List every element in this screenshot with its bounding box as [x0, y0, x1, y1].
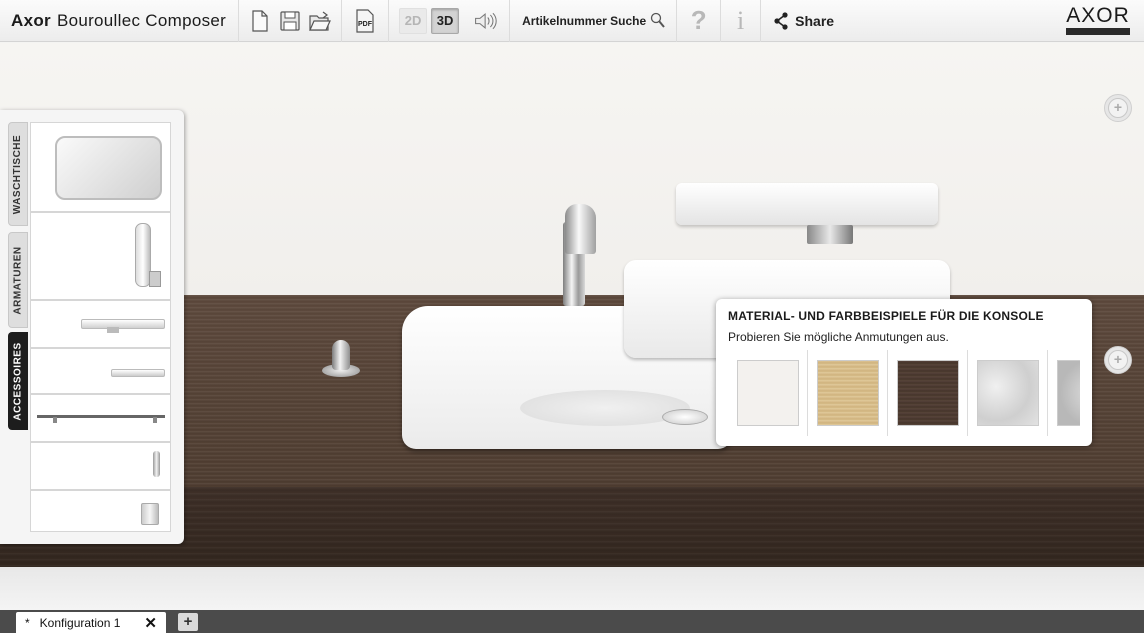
basin-thumbnail — [55, 136, 162, 200]
article-search-label: Artikelnummer Suche — [522, 13, 647, 28]
share-icon — [774, 11, 788, 30]
drain — [662, 409, 708, 425]
small-shelf-thumbnail — [111, 369, 165, 377]
faucet-head[interactable] — [565, 204, 596, 254]
material-popup: MATERIAL- UND FARBBEISPIELE FÜR DIE KONS… — [716, 299, 1092, 446]
product-tile-mirror[interactable] — [30, 212, 171, 300]
product-tile-basin[interactable] — [30, 122, 171, 212]
swatch-list — [728, 350, 1080, 436]
tumbler-thumbnail — [141, 503, 159, 525]
view-toggle: 2D 3D — [389, 0, 511, 42]
tab-armaturen[interactable]: ARMATUREN — [8, 232, 28, 328]
hook-thumbnail — [153, 451, 160, 477]
open-folder-icon — [309, 11, 332, 31]
app-title: Axor Bouroullec Composer — [0, 0, 240, 42]
search-icon — [651, 12, 665, 28]
rail-holder-right — [153, 417, 157, 423]
wall-shelf[interactable] — [676, 183, 938, 225]
view-3d-button[interactable]: 3D — [431, 7, 460, 34]
popup-title: MATERIAL- UND FARBBEISPIELE FÜR DIE KONS… — [728, 309, 1044, 323]
swatch-light-oak[interactable] — [808, 350, 888, 436]
mirror-holder-thumbnail — [149, 271, 161, 287]
popup-subtitle: Probieren Sie mögliche Anmutungen aus. — [728, 330, 949, 344]
help-icon: ? — [690, 5, 707, 35]
app-title-product: Bouroullec Composer — [56, 10, 227, 30]
product-tile-tumbler[interactable] — [30, 490, 171, 532]
logo-bar — [1066, 28, 1130, 35]
swatch-white-sample — [736, 360, 799, 426]
save-icon — [280, 10, 300, 31]
tab-waschtische[interactable]: WASCHTISCHE — [8, 122, 28, 226]
shelf-holder-thumbnail — [107, 327, 119, 333]
swatch-white-marble[interactable] — [968, 350, 1048, 436]
product-tile-hook[interactable] — [30, 442, 171, 490]
axor-logo-text: AXOR — [1066, 4, 1130, 27]
close-icon[interactable]: ✕ — [144, 614, 157, 632]
floor — [0, 567, 1144, 610]
shelf-thumbnail — [81, 319, 165, 329]
pdf-section: PDF — [342, 0, 390, 42]
swatch-grey-marble[interactable] — [1048, 350, 1080, 436]
product-tile-towel-rail[interactable] — [30, 394, 171, 442]
pdf-label: PDF — [358, 21, 373, 28]
save-button[interactable] — [277, 8, 303, 34]
rail-holder-left — [53, 417, 57, 423]
swatch-white-marble-sample — [976, 360, 1039, 426]
top-toolbar: Axor Bouroullec Composer PDF 2D 3D Artik… — [0, 0, 1144, 42]
view-2d-button[interactable]: 2D — [399, 7, 428, 34]
swatch-grey-marble-sample — [1056, 360, 1080, 426]
speaker-icon — [475, 12, 497, 29]
swatch-dark-wood-sample — [896, 360, 959, 426]
new-document-button[interactable] — [247, 8, 273, 34]
shelf-holder — [807, 225, 853, 244]
tab-accessoires-label: ACCESSOIRES — [12, 341, 24, 421]
pdf-icon: PDF — [356, 8, 374, 33]
plus-icon: + — [1108, 350, 1128, 370]
sound-button[interactable] — [473, 8, 499, 34]
plus-icon: + — [1108, 98, 1128, 118]
product-tile-small-shelf[interactable] — [30, 348, 171, 394]
tab-konfiguration-1[interactable]: * Konfiguration 1 ✕ — [16, 612, 166, 633]
article-search[interactable]: Artikelnummer Suche — [510, 0, 678, 42]
add-top-button[interactable]: + — [1104, 94, 1132, 122]
towel-hook-body — [332, 340, 350, 370]
swatch-white[interactable] — [728, 350, 808, 436]
share-button[interactable]: Share — [761, 0, 846, 42]
tab-waschtische-label: WASCHTISCHE — [12, 134, 24, 214]
axor-logo: AXOR — [1066, 5, 1130, 35]
config-tabbar: * Konfiguration 1 ✕ + — [0, 610, 1144, 633]
pdf-export-button[interactable]: PDF — [352, 8, 378, 34]
file-actions — [239, 0, 343, 42]
swatch-dark-wood[interactable] — [888, 350, 968, 436]
towel-hook[interactable] — [322, 340, 360, 378]
info-button[interactable]: i — [721, 0, 762, 42]
share-label: Share — [795, 12, 835, 29]
product-tile-shelf[interactable] — [30, 300, 171, 348]
unsaved-marker: * — [25, 615, 30, 630]
help-button[interactable]: ? — [677, 0, 722, 42]
tab-konfiguration-label: Konfiguration 1 — [39, 615, 121, 630]
open-button[interactable] — [307, 8, 333, 34]
app-title-brand: Axor — [11, 10, 51, 30]
new-document-icon — [252, 9, 268, 32]
info-icon: i — [737, 5, 745, 35]
tab-armaturen-label: ARMATUREN — [12, 245, 24, 315]
new-tab-button[interactable]: + — [178, 613, 198, 631]
tab-accessoires[interactable]: ACCESSOIRES — [8, 332, 28, 430]
add-right-button[interactable]: + — [1104, 346, 1132, 374]
swatch-light-oak-sample — [816, 360, 879, 426]
